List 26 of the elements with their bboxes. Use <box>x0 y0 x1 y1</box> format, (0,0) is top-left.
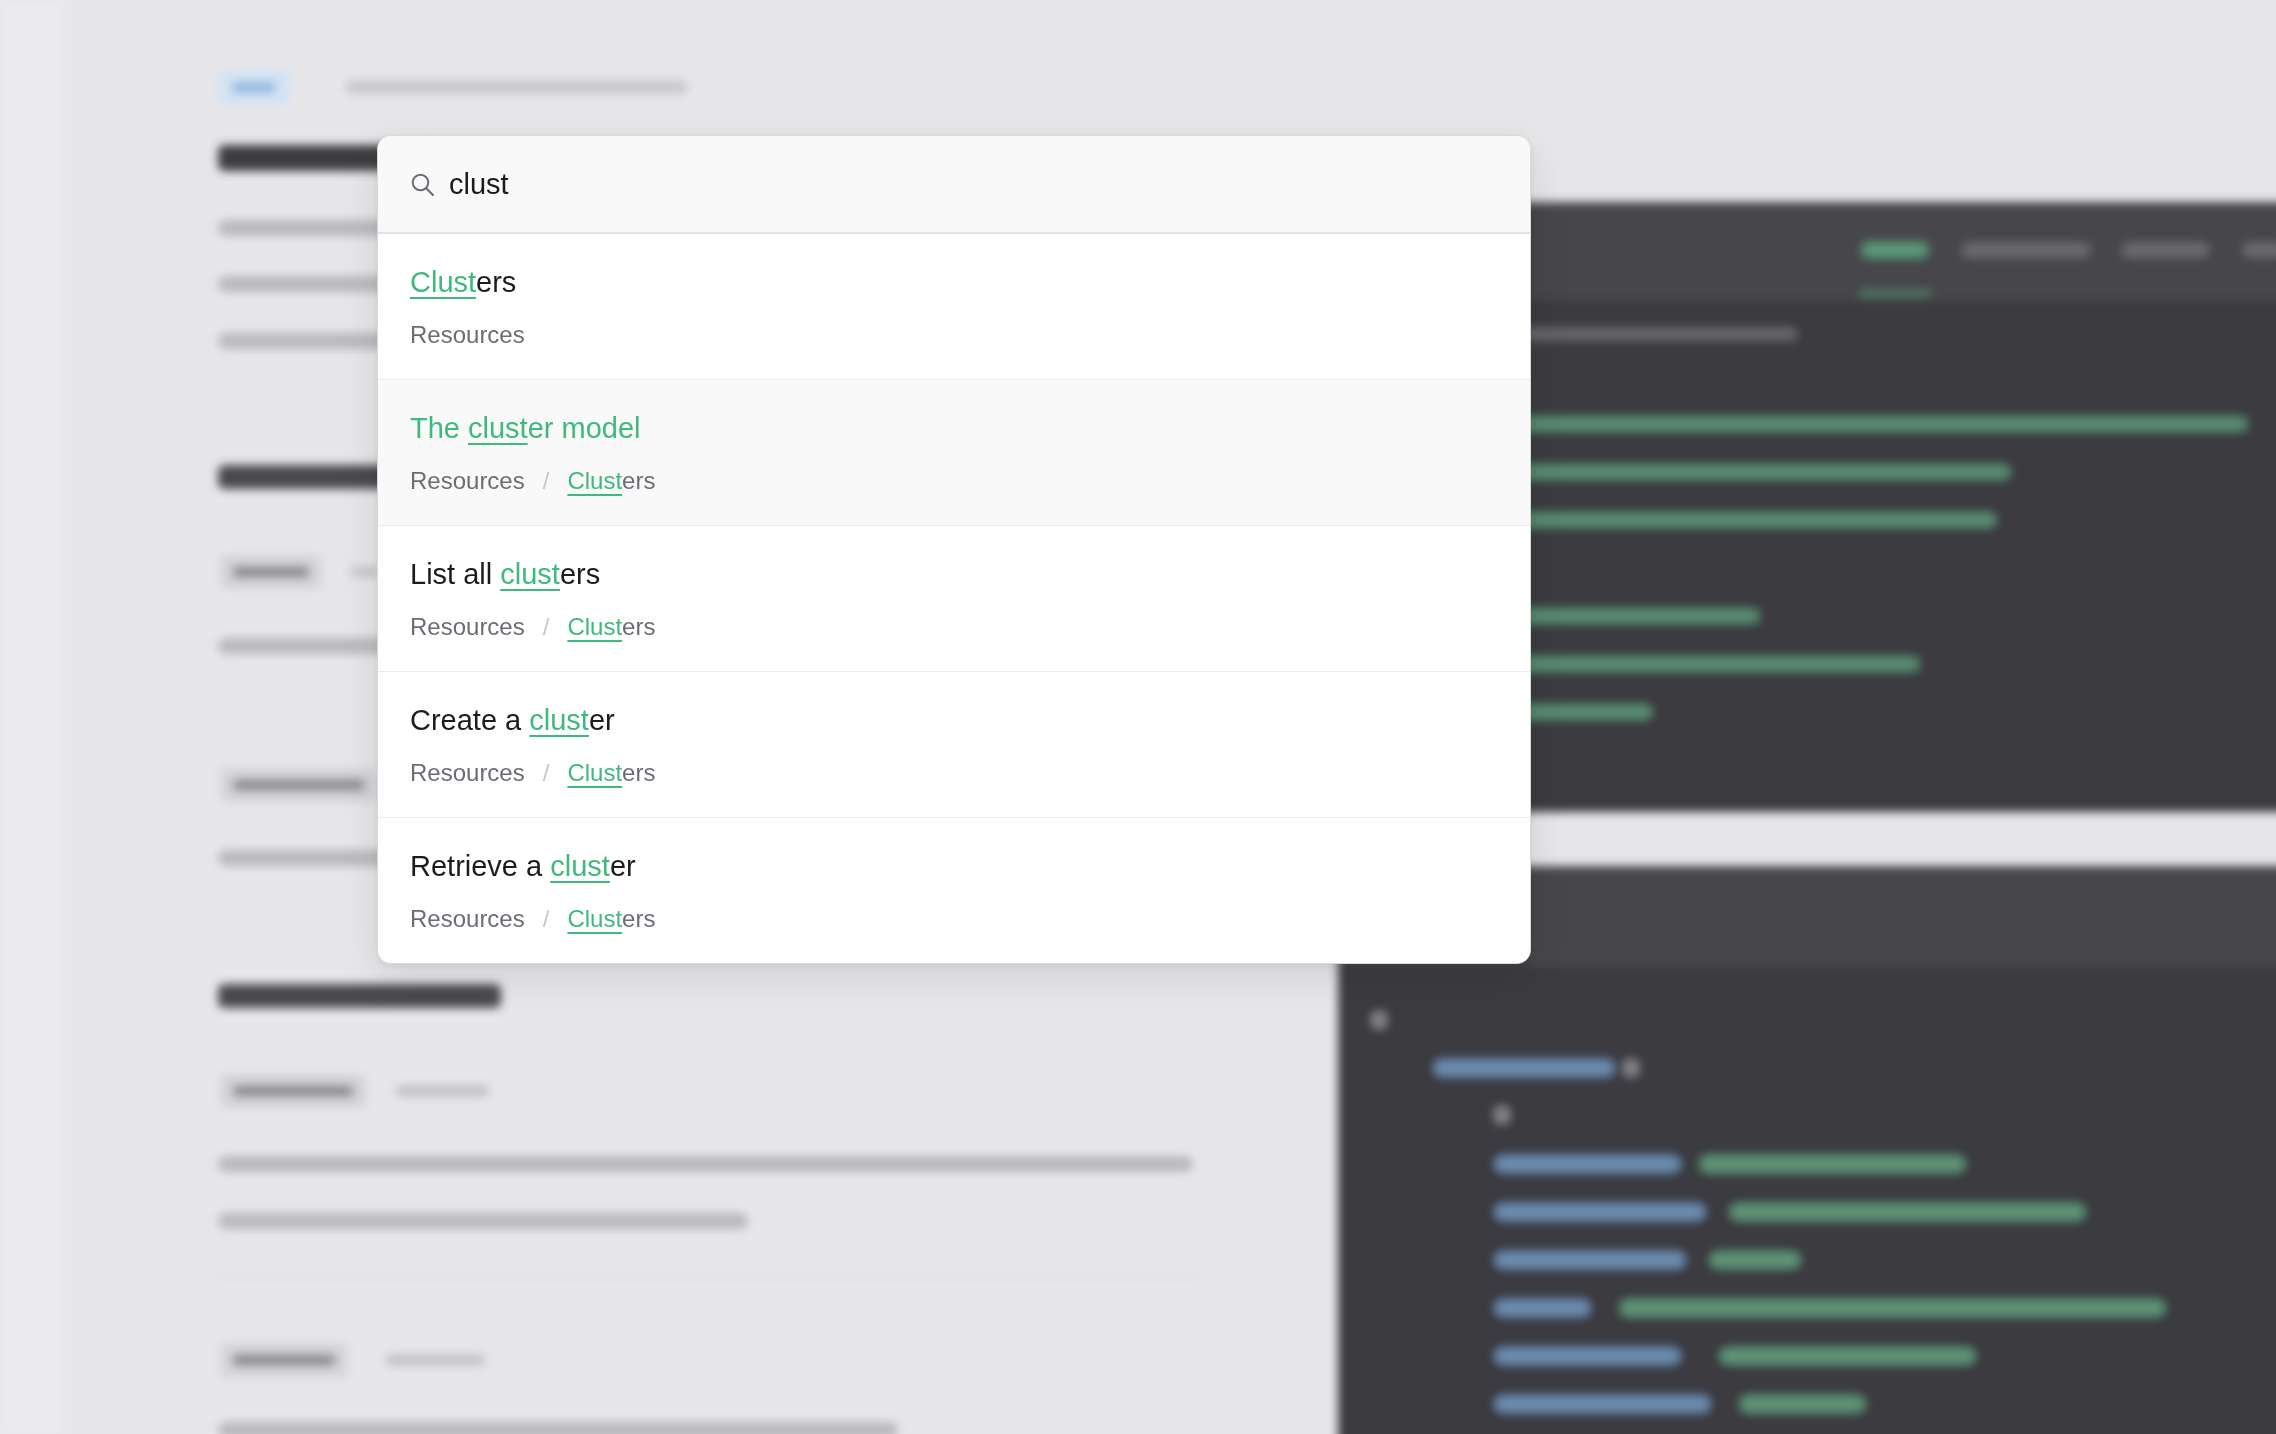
result-title: List all clusters <box>410 557 601 592</box>
search-result[interactable]: Clusters Resources <box>378 234 1530 380</box>
result-title: Clusters <box>410 265 517 300</box>
breadcrumb-item: Resources <box>410 466 525 496</box>
breadcrumb-item: Clusters <box>567 904 656 934</box>
breadcrumb-item: Resources <box>410 758 525 788</box>
breadcrumb-item: Clusters <box>567 466 656 496</box>
breadcrumb-item: Resources <box>410 320 525 350</box>
breadcrumb-item: Resources <box>410 612 525 642</box>
breadcrumb-separator: / <box>542 612 550 642</box>
search-field[interactable]: clust <box>378 136 1530 234</box>
breadcrumb-item: Resources <box>410 904 525 934</box>
search-result[interactable]: List all clusters Resources / Clusters <box>378 526 1530 672</box>
search-input[interactable]: clust <box>449 166 1498 202</box>
breadcrumb-separator: / <box>542 466 550 496</box>
breadcrumb-item: Clusters <box>567 612 656 642</box>
breadcrumb-separator: / <box>542 758 550 788</box>
result-title: The cluster model <box>410 411 641 446</box>
search-result[interactable]: Retrieve a cluster Resources / Clusters <box>378 818 1530 963</box>
search-result[interactable]: The cluster model Resources / Clusters <box>378 380 1530 526</box>
search-result[interactable]: Create a cluster Resources / Clusters <box>378 672 1530 818</box>
result-title: Retrieve a cluster <box>410 849 636 884</box>
breadcrumb-separator: / <box>542 904 550 934</box>
search-icon <box>411 172 434 196</box>
breadcrumb-item: Clusters <box>567 758 656 788</box>
result-title: Create a cluster <box>410 703 615 738</box>
